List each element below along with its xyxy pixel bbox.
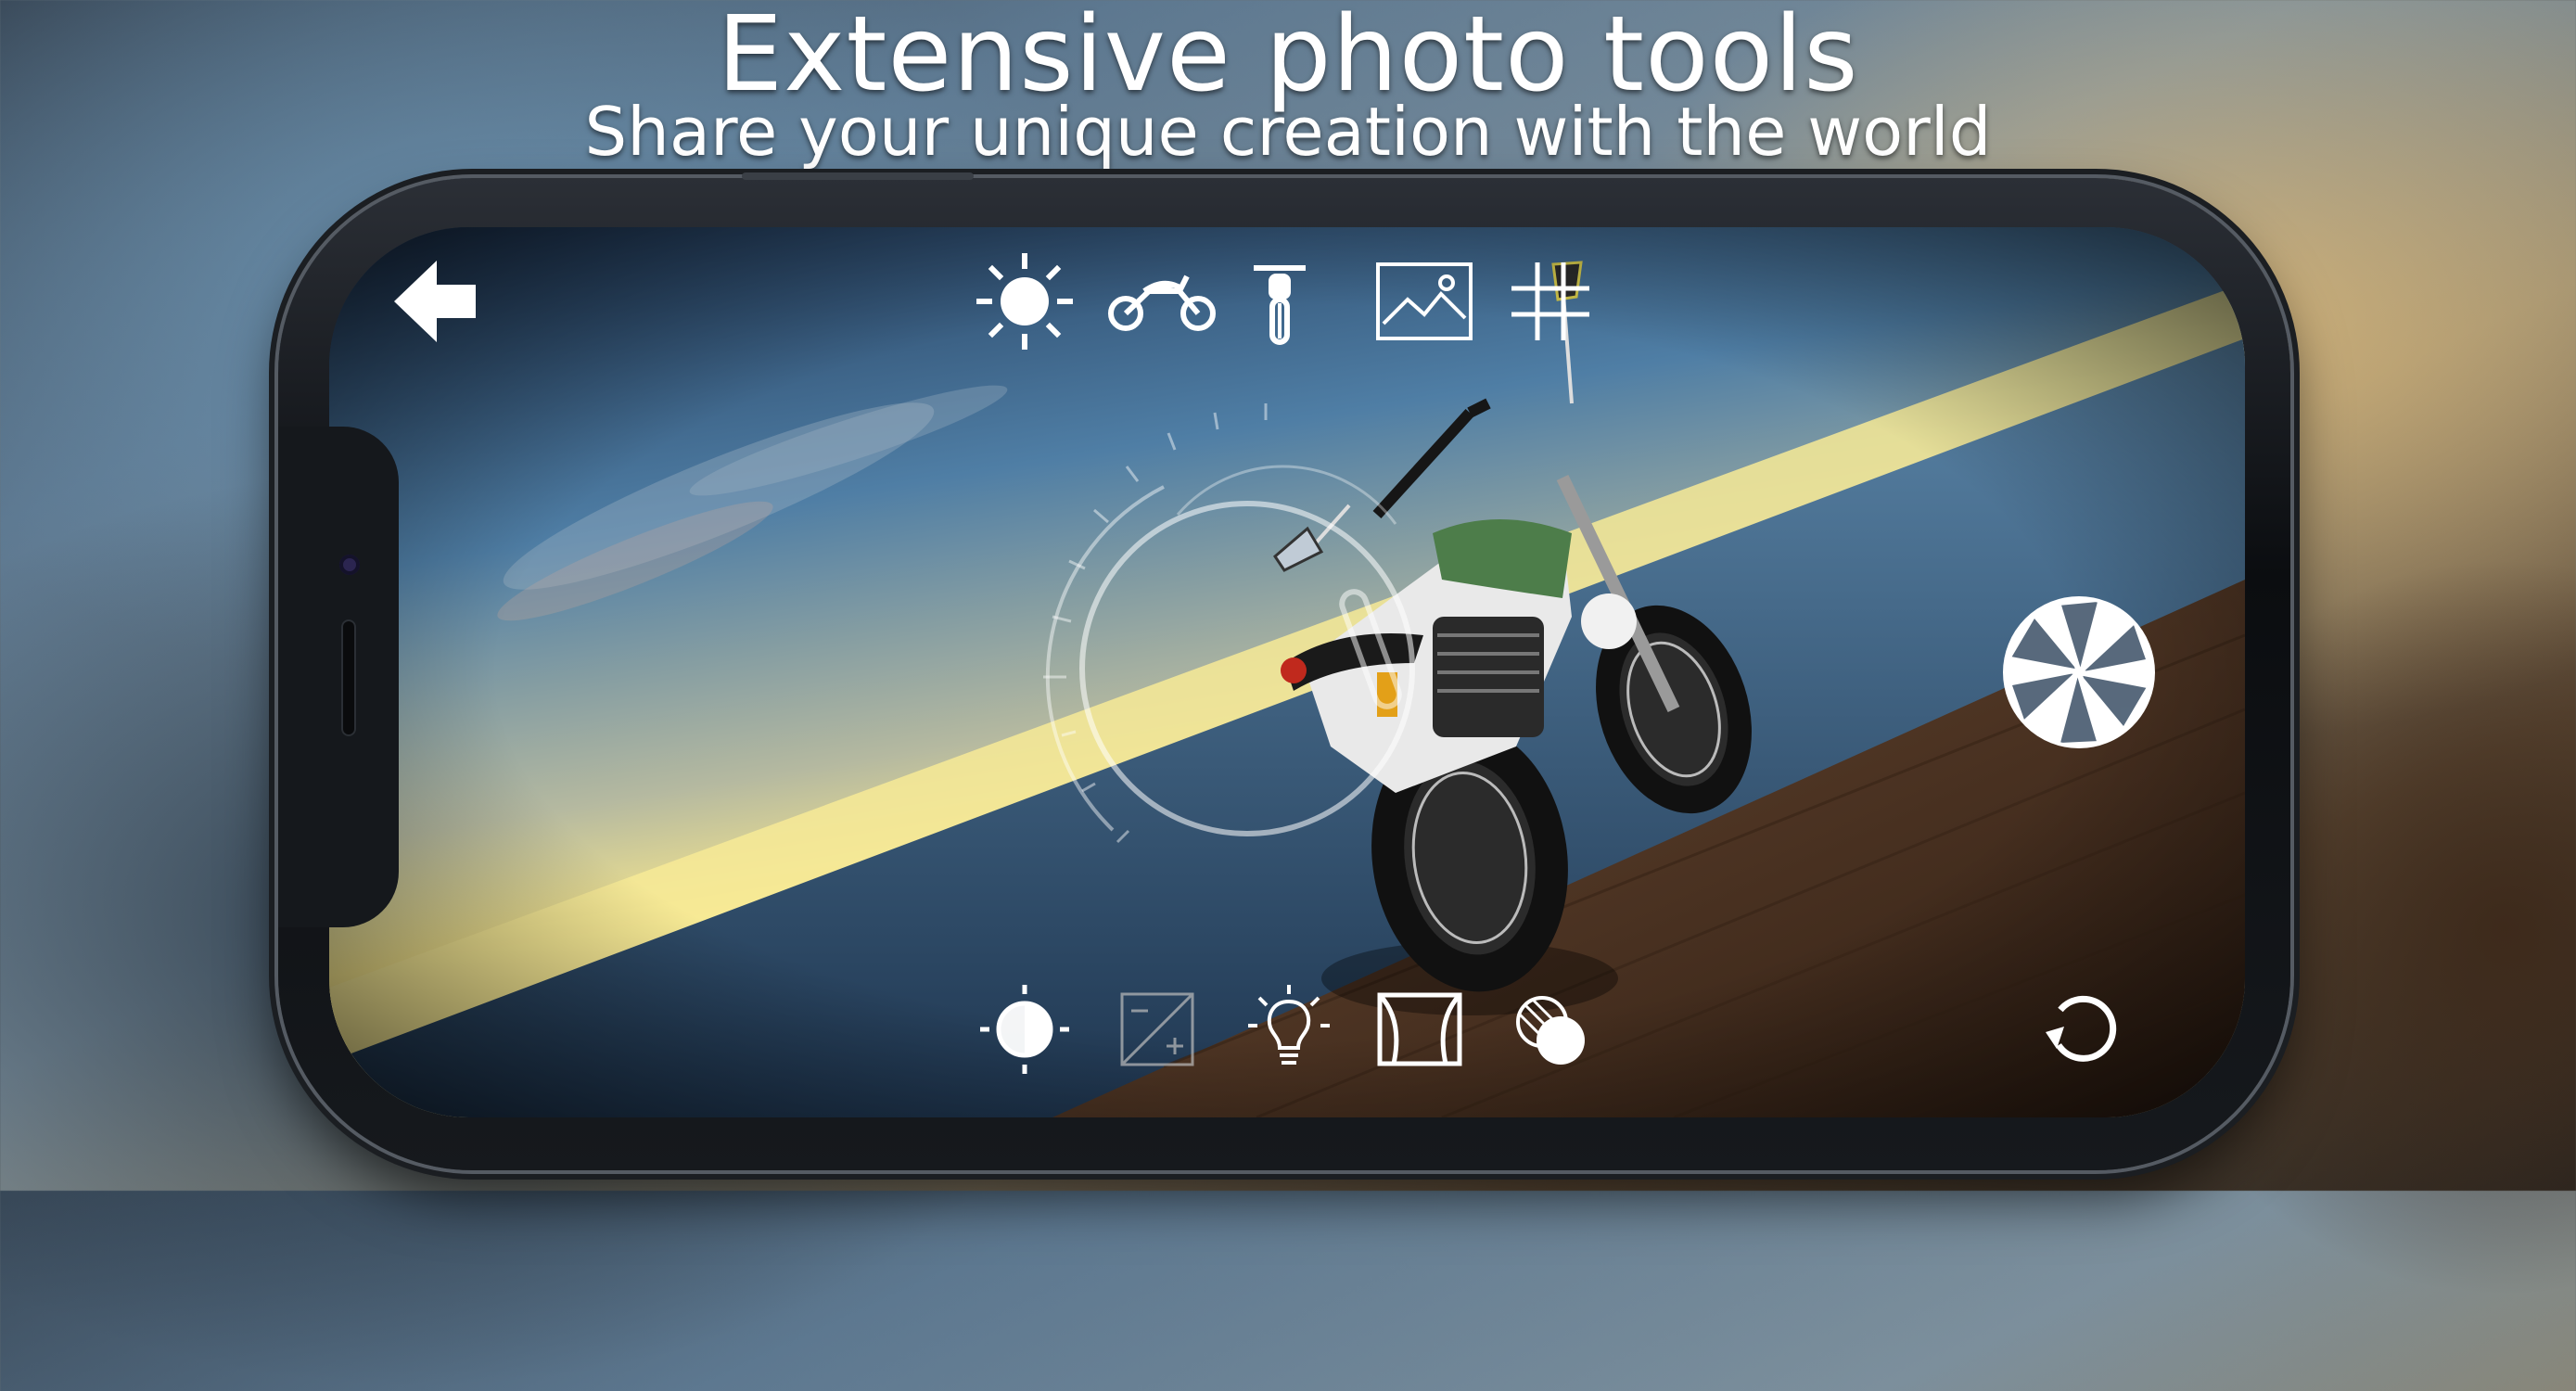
motorcycle-side-icon[interactable]	[1106, 250, 1218, 352]
curtain-frame-icon[interactable]	[1364, 978, 1475, 1080]
phone-volume-button	[742, 172, 974, 180]
rotate-reset-icon[interactable]	[2026, 978, 2137, 1080]
phone-side-notch	[278, 427, 399, 927]
color-filter-icon[interactable]	[1499, 978, 1601, 1080]
contrast-icon[interactable]	[969, 978, 1080, 1080]
lightbulb-icon[interactable]	[1238, 978, 1340, 1080]
earpiece-speaker	[341, 619, 356, 736]
promo-subtitle: Share your unique creation with the worl…	[584, 93, 1992, 171]
sun-icon[interactable]	[969, 250, 1080, 352]
landscape-image-icon[interactable]	[1364, 250, 1485, 352]
grid-icon[interactable]	[1499, 250, 1601, 352]
camera-shutter-icon[interactable]	[2000, 593, 2158, 751]
front-camera	[339, 555, 360, 575]
back-arrow-icon[interactable]	[385, 255, 487, 348]
game-screen	[329, 227, 2245, 1117]
motorcycle-front-icon[interactable]	[1238, 250, 1321, 352]
exposure-icon[interactable]	[1106, 978, 1208, 1080]
